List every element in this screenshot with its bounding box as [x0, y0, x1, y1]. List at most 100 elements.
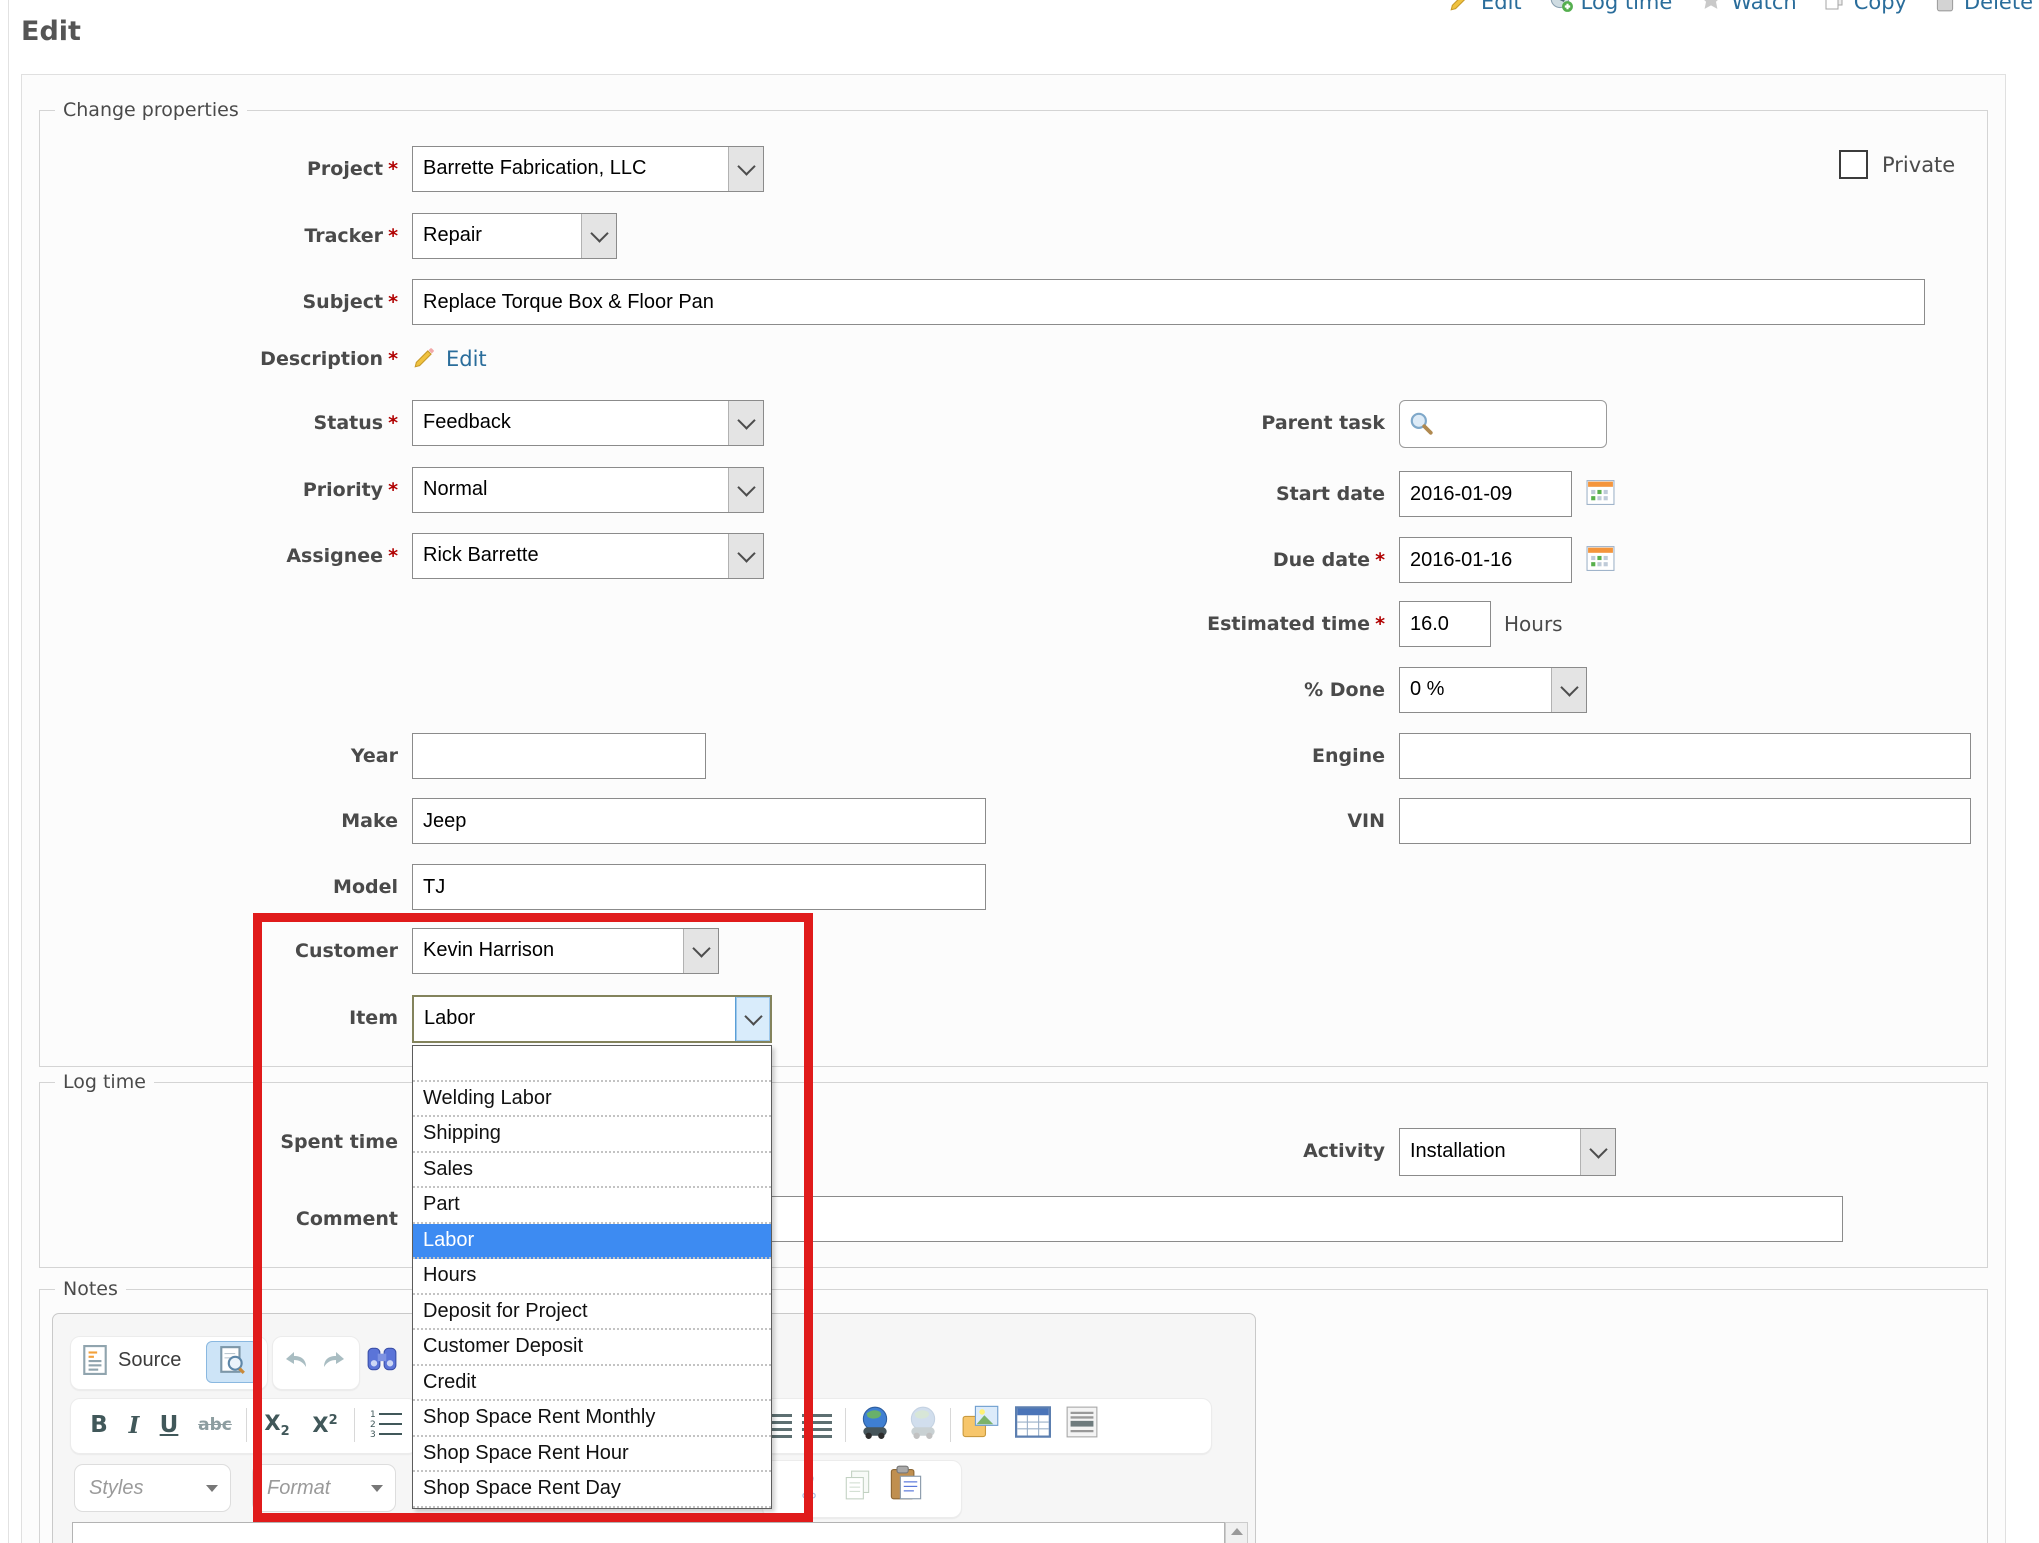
item-option[interactable]: Shipping [413, 1117, 771, 1153]
find-replace-button[interactable] [364, 1344, 400, 1378]
log-time-action-link[interactable]: Log time [1548, 0, 1673, 18]
chevron-down-icon [206, 1485, 218, 1492]
year-input[interactable] [412, 733, 706, 779]
paste-clipboard-icon [889, 1465, 923, 1506]
align-block-button[interactable] [800, 1412, 834, 1440]
item-option-selected[interactable]: Labor [413, 1224, 771, 1260]
pencil-icon [412, 344, 438, 375]
subscript-button[interactable]: X2 [256, 1408, 298, 1442]
redo-icon [321, 1348, 349, 1377]
format-combo[interactable]: Format [252, 1464, 396, 1512]
subject-label: Subject* [100, 279, 398, 325]
magnifier-icon [1408, 410, 1434, 441]
chevron-down-icon [728, 147, 763, 191]
item-option[interactable]: Welding Labor [413, 1082, 771, 1118]
page-title: Edit [21, 16, 81, 47]
item-option[interactable]: Hours [413, 1259, 771, 1295]
issue-action-toolbar: Edit Log time Watch Copy Delete [1448, 0, 2033, 19]
chevron-down-icon [683, 929, 718, 973]
item-dropdown-list: Welding Labor Shipping Sales Part Labor … [412, 1045, 772, 1509]
percent-done-select[interactable]: 0 % [1399, 667, 1587, 713]
engine-input[interactable] [1399, 733, 1971, 779]
engine-label: Engine [1020, 733, 1385, 779]
edit-action-link[interactable]: Edit [1448, 0, 1522, 18]
insert-image-button[interactable] [958, 1404, 1004, 1444]
customer-select[interactable]: Kevin Harrison [412, 928, 719, 974]
activity-select[interactable]: Installation [1399, 1128, 1616, 1176]
item-option[interactable] [413, 1046, 771, 1082]
vin-input[interactable] [1399, 798, 1971, 844]
tracker-select[interactable]: Repair [412, 213, 617, 259]
priority-select[interactable]: Normal [412, 467, 764, 513]
model-input[interactable] [412, 864, 986, 910]
copy-button[interactable] [838, 1466, 878, 1508]
item-option[interactable]: Customer Deposit [413, 1330, 771, 1366]
strikethrough-button[interactable]: abc [192, 1410, 238, 1440]
star-icon [1698, 0, 1724, 18]
copy-action-link[interactable]: Copy [1823, 0, 1907, 17]
item-option[interactable]: Deposit for Project [413, 1295, 771, 1331]
underline-button[interactable]: U [154, 1408, 184, 1442]
notes-editor-content[interactable] [72, 1522, 1225, 1543]
delete-action-link[interactable]: Delete [1933, 0, 2033, 18]
assignee-label: Assignee* [100, 533, 398, 579]
make-input[interactable] [412, 798, 986, 844]
log-time-legend: Log time [55, 1071, 154, 1093]
item-option[interactable]: Sales [413, 1153, 771, 1189]
item-option[interactable]: Credit [413, 1366, 771, 1402]
unlink-button[interactable] [902, 1402, 944, 1446]
svg-text:1: 1 [370, 1410, 376, 1420]
status-select[interactable]: Feedback [412, 400, 764, 446]
source-button-label[interactable]: Source [118, 1349, 181, 1372]
due-date-input[interactable] [1399, 537, 1572, 583]
chevron-down-icon [735, 997, 770, 1041]
page-left-border [8, 0, 9, 1543]
item-select[interactable]: Labor [412, 995, 772, 1043]
image-icon [962, 1405, 1000, 1444]
watch-action-link[interactable]: Watch [1698, 0, 1796, 18]
insert-horizontal-rule-button[interactable] [1062, 1406, 1102, 1442]
item-option[interactable]: Shop Space Rent Monthly [413, 1401, 771, 1437]
trash-icon [1933, 0, 1957, 18]
styles-combo[interactable]: Styles [74, 1464, 231, 1512]
item-option[interactable]: Shop Space Rent Hour [413, 1437, 771, 1473]
bold-icon: B [90, 1412, 108, 1438]
project-select[interactable]: Barrette Fabrication, LLC [412, 146, 764, 192]
superscript-button[interactable]: X2 [304, 1408, 346, 1442]
subject-input[interactable] [412, 279, 1925, 325]
start-date-input[interactable] [1399, 471, 1572, 517]
estimated-time-input[interactable] [1399, 601, 1491, 647]
cut-button[interactable]: ✂ [789, 1467, 831, 1507]
link-button[interactable] [854, 1402, 896, 1446]
description-edit-link[interactable]: Edit [446, 347, 487, 371]
italic-button[interactable]: I [122, 1408, 146, 1442]
numbered-list-icon: 123 [368, 1408, 404, 1443]
hours-suffix: Hours [1504, 601, 1563, 647]
preview-button[interactable] [206, 1341, 258, 1383]
assignee-select[interactable]: Rick Barrette [412, 533, 764, 579]
source-button[interactable] [80, 1343, 110, 1381]
editor-scrollbar[interactable] [1225, 1522, 1248, 1543]
chevron-down-icon [581, 214, 616, 258]
item-option[interactable]: Shop Space Rent Day [413, 1472, 771, 1508]
toolbar-separator [950, 1408, 951, 1442]
numbered-list-button[interactable]: 123 [362, 1408, 410, 1442]
status-label: Status* [100, 400, 398, 446]
tracker-label: Tracker* [100, 213, 398, 259]
calendar-icon[interactable] [1586, 544, 1615, 577]
undo-button[interactable] [278, 1348, 312, 1376]
issue-edit-page: Edit Log time Watch Copy Delete Edit Cha… [0, 0, 2039, 1543]
private-row: Private [1839, 150, 1955, 179]
scroll-up-icon [1231, 1528, 1243, 1535]
copy-icon [1823, 0, 1847, 17]
private-checkbox[interactable] [1839, 150, 1868, 179]
paste-button[interactable] [884, 1462, 928, 1508]
calendar-icon[interactable] [1586, 478, 1615, 511]
align-block-icon [802, 1414, 832, 1438]
insert-table-button[interactable] [1012, 1406, 1054, 1442]
redo-button[interactable] [318, 1348, 352, 1376]
bold-button[interactable]: B [84, 1408, 114, 1442]
change-properties-legend: Change properties [55, 99, 247, 121]
item-option[interactable]: Part [413, 1188, 771, 1224]
subscript-icon: X2 [264, 1411, 289, 1439]
